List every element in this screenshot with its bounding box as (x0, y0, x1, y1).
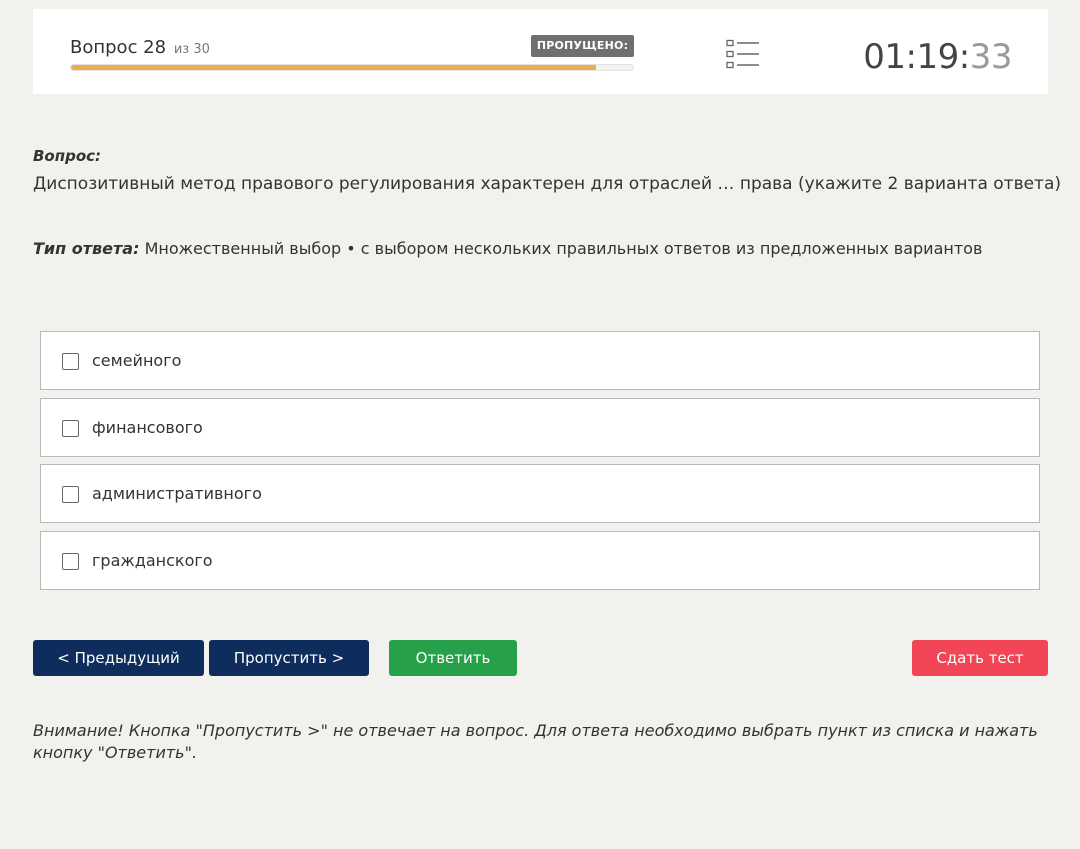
notice-text: Внимание! Кнопка "Пропустить >" не отвеч… (33, 721, 1038, 762)
question-counter: Вопрос 28 из 30 (70, 37, 210, 58)
question-number: Вопрос 28 (70, 37, 167, 58)
skipped-badge: ПРОПУЩЕНО: 0 (531, 35, 634, 74)
option-label: финансового (92, 417, 203, 437)
progress-fill (71, 65, 596, 70)
answer-type-value: Множественный выбор • с выбором нескольк… (144, 239, 983, 258)
progress-bar (70, 64, 634, 71)
skip-button[interactable]: Пропустить > (209, 640, 369, 676)
answer-button[interactable]: Ответить (389, 640, 517, 676)
option-label: гражданского (92, 550, 213, 570)
option-label: административного (92, 484, 262, 503)
option-item[interactable]: административного (40, 464, 1040, 523)
answer-type: Тип ответа: Множественный выбор • с выбо… (33, 239, 1043, 258)
option-label: семейного (92, 351, 182, 370)
timer-seconds: 33 (969, 37, 1013, 77)
finish-test-button[interactable]: Сдать тест (912, 640, 1048, 676)
question-text: Диспозитивный метод правового регулирова… (33, 174, 1061, 194)
options-list: семейного финансового административного … (40, 331, 1040, 597)
option-item[interactable]: семейного (40, 331, 1040, 390)
previous-button[interactable]: < Предыдущий (33, 640, 204, 676)
timer-main: 01:19: (863, 37, 970, 77)
option-checkbox[interactable] (62, 486, 79, 503)
option-item[interactable]: гражданского (40, 530, 1040, 590)
option-checkbox[interactable] (62, 552, 79, 570)
answer-type-label: Тип ответа: (33, 239, 140, 258)
question-label: Вопрос: (33, 147, 102, 165)
timer: 01:19:33 (863, 37, 1012, 77)
option-item[interactable]: финансового (40, 397, 1040, 457)
question-total: из 30 (173, 42, 210, 57)
option-checkbox[interactable] (62, 353, 79, 370)
list-icon[interactable] (726, 39, 760, 69)
quiz-header: Вопрос 28 из 30 ПРОПУЩЕНО: 0 01:19:33 (33, 9, 1048, 94)
option-checkbox[interactable] (62, 419, 79, 437)
